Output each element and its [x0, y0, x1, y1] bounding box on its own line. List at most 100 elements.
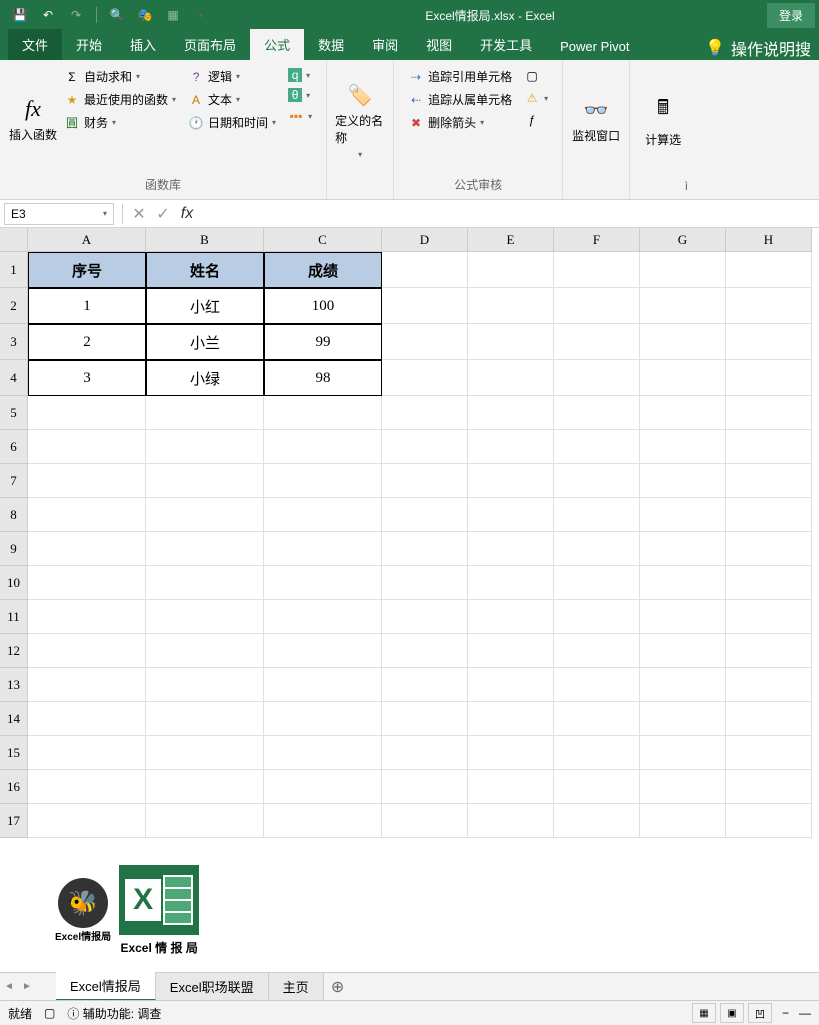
cell-E7[interactable] — [468, 464, 554, 498]
cell-G16[interactable] — [640, 770, 726, 804]
cell-A8[interactable] — [28, 498, 146, 532]
cell-G1[interactable] — [640, 252, 726, 288]
cell-grid[interactable]: 序号姓名成绩1小红1002小兰993小绿98 — [28, 252, 812, 838]
cell-A1[interactable]: 序号 — [28, 252, 146, 288]
cell-F14[interactable] — [554, 702, 640, 736]
col-header-D[interactable]: D — [382, 228, 468, 252]
zoom-out-button[interactable]: − — [776, 1006, 795, 1020]
preview-icon[interactable]: 🔍 — [105, 3, 129, 27]
cell-D1[interactable] — [382, 252, 468, 288]
cell-F12[interactable] — [554, 634, 640, 668]
cell-D7[interactable] — [382, 464, 468, 498]
row-header-11[interactable]: 11 — [0, 600, 28, 634]
sheet-nav-last-icon[interactable]: ► — [18, 975, 36, 999]
cell-G10[interactable] — [640, 566, 726, 600]
cell-A10[interactable] — [28, 566, 146, 600]
cell-B11[interactable] — [146, 600, 264, 634]
row-header-7[interactable]: 7 — [0, 464, 28, 498]
add-sheet-button[interactable]: ⊕ — [324, 975, 352, 999]
row-header-3[interactable]: 3 — [0, 324, 28, 360]
cell-C16[interactable] — [264, 770, 382, 804]
cell-H15[interactable] — [726, 736, 812, 770]
cell-C12[interactable] — [264, 634, 382, 668]
cell-A14[interactable] — [28, 702, 146, 736]
cell-E13[interactable] — [468, 668, 554, 702]
cell-C9[interactable] — [264, 532, 382, 566]
cell-D9[interactable] — [382, 532, 468, 566]
cell-H9[interactable] — [726, 532, 812, 566]
row-header-13[interactable]: 13 — [0, 668, 28, 702]
cell-B3[interactable]: 小兰 — [146, 324, 264, 360]
cell-H12[interactable] — [726, 634, 812, 668]
cell-E1[interactable] — [468, 252, 554, 288]
row-header-12[interactable]: 12 — [0, 634, 28, 668]
row-header-4[interactable]: 4 — [0, 360, 28, 396]
tab-dev[interactable]: 开发工具 — [466, 29, 546, 60]
cell-C10[interactable] — [264, 566, 382, 600]
fx-button[interactable]: fx — [175, 202, 199, 226]
lookup-button[interactable]: q▾ — [284, 66, 316, 84]
cell-D10[interactable] — [382, 566, 468, 600]
cell-B15[interactable] — [146, 736, 264, 770]
cell-D11[interactable] — [382, 600, 468, 634]
recent-functions-button[interactable]: ★最近使用的函数▾ — [60, 89, 180, 110]
watch-window-button[interactable]: 👓 监视窗口 — [571, 64, 621, 177]
cell-F11[interactable] — [554, 600, 640, 634]
cell-B8[interactable] — [146, 498, 264, 532]
calc-options-button[interactable]: 🖩 计算选 — [638, 64, 688, 177]
cell-E3[interactable] — [468, 324, 554, 360]
cell-H16[interactable] — [726, 770, 812, 804]
cell-G5[interactable] — [640, 396, 726, 430]
cell-B6[interactable] — [146, 430, 264, 464]
tab-home[interactable]: 开始 — [62, 29, 116, 60]
cell-D15[interactable] — [382, 736, 468, 770]
cell-B1[interactable]: 姓名 — [146, 252, 264, 288]
cell-E5[interactable] — [468, 396, 554, 430]
cell-H3[interactable] — [726, 324, 812, 360]
cell-D5[interactable] — [382, 396, 468, 430]
cell-B5[interactable] — [146, 396, 264, 430]
cell-H10[interactable] — [726, 566, 812, 600]
col-header-C[interactable]: C — [264, 228, 382, 252]
remove-arrows-button[interactable]: ✖删除箭头▾ — [404, 112, 516, 133]
macro-record-icon[interactable]: ▢ — [44, 1006, 55, 1020]
cell-E9[interactable] — [468, 532, 554, 566]
cell-E2[interactable] — [468, 288, 554, 324]
enter-icon[interactable]: ✓ — [151, 202, 175, 226]
cell-B2[interactable]: 小红 — [146, 288, 264, 324]
tab-layout[interactable]: 页面布局 — [170, 29, 250, 60]
cell-A4[interactable]: 3 — [28, 360, 146, 396]
cell-E15[interactable] — [468, 736, 554, 770]
cell-D16[interactable] — [382, 770, 468, 804]
cell-C8[interactable] — [264, 498, 382, 532]
cell-A16[interactable] — [28, 770, 146, 804]
cell-D8[interactable] — [382, 498, 468, 532]
save-icon[interactable]: 💾 — [8, 3, 32, 27]
cell-F16[interactable] — [554, 770, 640, 804]
cell-H6[interactable] — [726, 430, 812, 464]
tab-pivot[interactable]: Power Pivot — [546, 33, 643, 60]
error-check-button[interactable]: ⚠▾ — [520, 88, 552, 108]
row-header-8[interactable]: 8 — [0, 498, 28, 532]
cell-G6[interactable] — [640, 430, 726, 464]
cell-G8[interactable] — [640, 498, 726, 532]
cell-C13[interactable] — [264, 668, 382, 702]
tell-me[interactable]: 操作说明搜 — [731, 36, 811, 60]
tab-view[interactable]: 视图 — [412, 29, 466, 60]
row-header-9[interactable]: 9 — [0, 532, 28, 566]
sheet-tab-2[interactable]: Excel职场联盟 — [156, 973, 269, 1000]
cell-E17[interactable] — [468, 804, 554, 838]
cell-G7[interactable] — [640, 464, 726, 498]
finance-button[interactable]: 圓财务▾ — [60, 112, 180, 133]
logic-button[interactable]: ?逻辑▾ — [184, 66, 280, 87]
cell-H1[interactable] — [726, 252, 812, 288]
cell-C15[interactable] — [264, 736, 382, 770]
addin-icon[interactable]: 🎭 — [133, 3, 157, 27]
cell-G3[interactable] — [640, 324, 726, 360]
name-box-dropdown-icon[interactable]: ▾ — [103, 209, 107, 218]
cell-G17[interactable] — [640, 804, 726, 838]
touch-icon[interactable]: ▦ — [161, 3, 185, 27]
redo-icon[interactable]: ↷ — [64, 3, 88, 27]
normal-view-button[interactable]: ▦ — [692, 1003, 716, 1023]
cell-F6[interactable] — [554, 430, 640, 464]
